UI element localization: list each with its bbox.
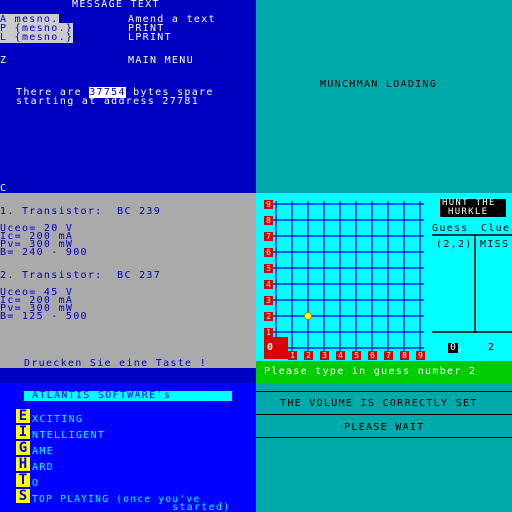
- eights-panel: ATLANTIS SOFTWARE's E I G H T S XCITING …: [0, 383, 256, 512]
- y-axis-label: 8: [264, 216, 273, 225]
- x-axis-label: 7: [384, 351, 393, 360]
- guess-value: (2,2): [436, 239, 473, 250]
- acrostic-item: XCITING: [32, 414, 84, 425]
- acrostic-item: O: [32, 478, 40, 489]
- transistor-2-spec: B= 125 - 500: [0, 311, 88, 322]
- guess-column-header: Guess: [432, 223, 469, 234]
- acrostic-letter: H: [16, 457, 30, 471]
- divider: [256, 414, 512, 415]
- acrostic-letter: G: [16, 441, 30, 455]
- x-axis-label: 5: [352, 351, 361, 360]
- x-axis-label: 3: [320, 351, 329, 360]
- volume-panel: THE VOLUME IS CORRECTLY SET PLEASE WAIT: [256, 383, 512, 512]
- acrostic-letter: E: [16, 409, 30, 423]
- acrostic-item: AME: [32, 446, 54, 457]
- cursor-indicator: C: [0, 183, 8, 194]
- header-banner: ATLANTIS SOFTWARE's: [24, 391, 232, 401]
- clue-column-header: Clue: [481, 223, 511, 234]
- y-axis-label: 5: [264, 264, 273, 273]
- divider: [256, 391, 512, 392]
- bottom-right-value: 2: [488, 342, 496, 353]
- screen-border: [0, 368, 256, 383]
- acrostic-letter: S: [16, 489, 30, 503]
- x-axis-label: 6: [368, 351, 377, 360]
- x-axis-label: 8: [400, 351, 409, 360]
- y-axis-label: 3: [264, 296, 273, 305]
- acrostic-item: NTELLIGENT: [32, 430, 106, 441]
- origin-label: 0: [267, 342, 275, 353]
- main-menu-label: MAIN MENU: [128, 55, 194, 66]
- acrostic-item: ARD: [32, 462, 54, 473]
- bottom-left-value: 0,: [450, 342, 465, 353]
- hurkle-title-box: HUNT THE HURKLE: [440, 199, 506, 217]
- y-axis-label: 2: [264, 312, 273, 321]
- y-axis-label: 7: [264, 232, 273, 241]
- address-line: starting at address 27781: [16, 96, 200, 107]
- clue-value: MISS: [480, 239, 510, 250]
- transistor-panel: 1. Transistor: BC 239 Uceo= 20 V Ic= 200…: [0, 193, 256, 383]
- transistor-1-spec: B= 240 - 900: [0, 247, 88, 258]
- loading-status: MUNCHMAN LOADING: [320, 79, 438, 90]
- x-axis-label: 2: [304, 351, 313, 360]
- hurkle-panel: 9 8 7 6 5 4 3 2 1 0 1 2 3 4 5 6 7 8 9 HU…: [256, 193, 512, 383]
- acrostic-letter: I: [16, 425, 30, 439]
- menu-key-lprint: L {mesno.}: [0, 32, 74, 43]
- transistor-1-title: 1. Transistor: BC 239: [0, 206, 162, 217]
- prompt-bar: Please type in guess number 2: [256, 361, 512, 383]
- y-axis-label: 4: [264, 280, 273, 289]
- message-text-title: MESSAGE TEXT: [72, 0, 160, 10]
- header-text: ATLANTIS SOFTWARE's: [32, 390, 172, 401]
- main-menu-key[interactable]: Z: [0, 56, 7, 66]
- x-axis-label: 1: [288, 351, 297, 360]
- wait-message: PLEASE WAIT: [344, 422, 425, 433]
- y-axis-label: 9: [264, 200, 273, 209]
- munchman-panel: MUNCHMAN LOADING: [256, 0, 512, 193]
- menu-label-lprint: LPRINT: [128, 32, 172, 43]
- hurkle-title-line2: HURKLE: [448, 207, 489, 217]
- x-axis-label: 4: [336, 351, 345, 360]
- volume-status: THE VOLUME IS CORRECTLY SET: [280, 398, 478, 409]
- acrostic-letter: T: [16, 473, 30, 487]
- menu-option-lprint[interactable]: L {mesno.}: [0, 32, 74, 43]
- y-axis-label: 1: [264, 328, 273, 337]
- guess-prompt[interactable]: Please type in guess number 2: [264, 367, 476, 377]
- divider: [256, 437, 512, 438]
- x-axis-label: 9: [416, 351, 425, 360]
- y-axis-label: 6: [264, 248, 273, 257]
- acrostic-trailer: started): [172, 502, 231, 512]
- transistor-2-title: 2. Transistor: BC 237: [0, 270, 162, 281]
- message-text-panel: MESSAGE TEXT A mesno. P {mesno.} L {mesn…: [0, 0, 256, 193]
